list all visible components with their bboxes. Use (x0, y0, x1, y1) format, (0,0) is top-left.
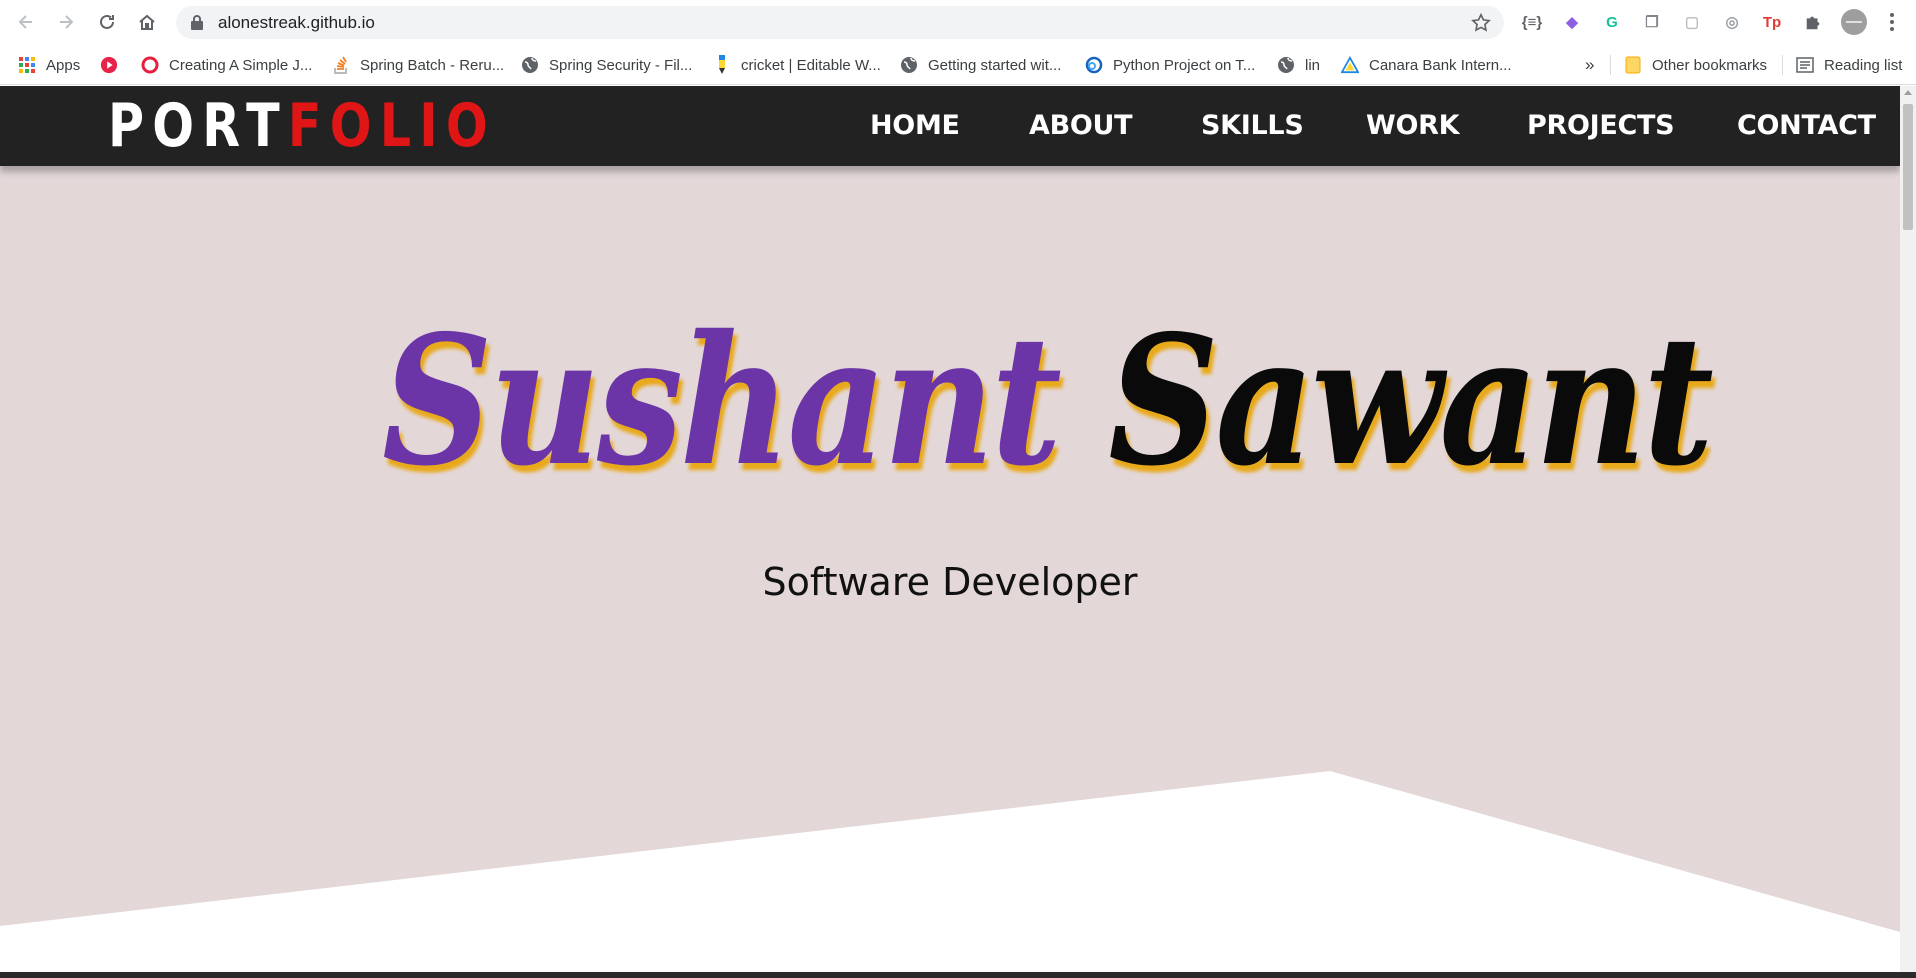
site-logo[interactable]: PORTFOLIO (108, 96, 496, 156)
star-icon[interactable] (1470, 12, 1492, 34)
bookmark-spring-security[interactable]: Spring Security - Fil... (521, 54, 692, 76)
reading-list-icon (1796, 56, 1814, 74)
bookmark-creating-simple[interactable]: Creating A Simple J... (141, 54, 312, 76)
bookmark-label: Spring Security - Fil... (549, 56, 693, 74)
reload-icon (100, 14, 114, 29)
bookmark-apps[interactable]: Apps (18, 54, 80, 76)
copy-extension-icon[interactable]: ❐ (1640, 10, 1664, 34)
globe-icon (900, 56, 918, 74)
triangle-icon (1341, 56, 1359, 74)
bookmark-getting-started[interactable]: Getting started wit... (900, 54, 1061, 76)
bottom-edge-bar (0, 972, 1916, 978)
bookmark-lin[interactable]: lin (1277, 54, 1320, 76)
target-extension-icon[interactable]: ◎ (1720, 10, 1744, 34)
nav-projects[interactable]: PROJECTS (1527, 110, 1675, 141)
bookmark-cricket[interactable]: cricket | Editable W... (713, 54, 881, 76)
url-text: alonestreak.github.io (218, 13, 375, 32)
bookmark-label: lin (1305, 56, 1321, 74)
hero-first-name: Sushant (382, 296, 1062, 505)
scroll-up-arrow-icon[interactable] (1904, 90, 1912, 95)
bookmark-spring-batch[interactable]: Spring Batch - Reru... (332, 54, 504, 76)
bookmarks-overflow-button[interactable]: » (1585, 54, 1594, 76)
apps-grid-icon (18, 56, 36, 74)
browser-toolbar: alonestreak.github.io {≡} ◆ G ❐ ▢ ◎ Tp (0, 0, 1916, 45)
nav-contact[interactable]: CONTACT (1737, 110, 1876, 141)
link-icon (1085, 56, 1103, 74)
stack-overflow-icon (332, 56, 350, 74)
other-bookmarks-folder[interactable]: Other bookmarks (1624, 54, 1767, 76)
purple-extension-icon[interactable]: ◆ (1560, 10, 1584, 34)
bookmarks-bar: Apps Creating A Simple J... Spring Batch… (0, 45, 1916, 85)
bookmark-label: Spring Batch - Reru... (360, 56, 505, 74)
kebab-menu-icon[interactable] (1880, 10, 1904, 34)
json-viewer-extension-icon[interactable]: {≡} (1520, 10, 1544, 34)
bookmark-label: Reading list (1824, 56, 1903, 74)
lock-icon (191, 15, 203, 30)
arrow-left-icon (18, 15, 32, 29)
profile-avatar[interactable] (1840, 8, 1868, 36)
nav-about[interactable]: ABOUT (1029, 110, 1133, 141)
reading-list-button[interactable]: Reading list (1796, 54, 1902, 76)
site-navbar: PORTFOLIO HOME ABOUT SKILLS WORK PROJECT… (0, 86, 1900, 166)
hero-background (0, 86, 1900, 972)
bookmark-label: Python Project on T... (1113, 56, 1256, 74)
bookmark-divider (1610, 55, 1611, 75)
forward-button[interactable] (52, 8, 80, 36)
page-viewport: Sushant Sawant Software Developer PORTFO… (0, 86, 1900, 972)
globe-icon (1277, 56, 1295, 74)
vertical-scrollbar[interactable] (1900, 86, 1916, 972)
back-button[interactable] (12, 8, 40, 36)
play-circle-icon (100, 56, 118, 74)
reload-button[interactable] (93, 8, 121, 36)
hero-last-name: Sawant (1108, 296, 1714, 505)
nav-work[interactable]: WORK (1366, 110, 1460, 141)
bookmark-label: Getting started wit... (928, 56, 1062, 74)
home-button[interactable] (133, 8, 161, 36)
globe-icon (521, 56, 539, 74)
hero-section: Sushant Sawant Software Developer (0, 86, 1900, 972)
folder-icon (1624, 56, 1642, 74)
bookmark-label: Apps (46, 56, 81, 74)
bookmark-play[interactable] (100, 54, 128, 76)
hero-role: Software Developer (762, 560, 1138, 604)
bookmark-canara-bank[interactable]: Canara Bank Intern... (1341, 54, 1512, 76)
logo-part-port: PORT (108, 91, 288, 161)
tp-extension-icon[interactable]: Tp (1760, 10, 1784, 34)
blank-extension-icon[interactable]: ▢ (1680, 10, 1704, 34)
grammarly-extension-icon[interactable]: G (1600, 10, 1624, 34)
bookmark-python-project[interactable]: Python Project on T... (1085, 54, 1255, 76)
bookmark-divider (1782, 55, 1783, 75)
nav-skills[interactable]: SKILLS (1201, 110, 1304, 141)
home-icon (139, 14, 155, 30)
hero-name: Sushant Sawant (382, 296, 1714, 505)
nav-home[interactable]: HOME (870, 110, 960, 141)
bookmark-label: Other bookmarks (1652, 56, 1768, 74)
address-bar[interactable]: alonestreak.github.io (176, 6, 1504, 39)
puzzle-icon[interactable] (1801, 10, 1825, 34)
logo-part-folio: FOLIO (287, 91, 496, 161)
bookmark-label: cricket | Editable W... (741, 56, 881, 74)
scrollbar-thumb[interactable] (1903, 104, 1913, 230)
bookmark-label: Canara Bank Intern... (1369, 56, 1512, 74)
opera-icon (141, 56, 159, 74)
pencil-icon (713, 55, 731, 74)
arrow-right-icon (60, 15, 74, 29)
bookmark-label: Creating A Simple J... (169, 56, 313, 74)
